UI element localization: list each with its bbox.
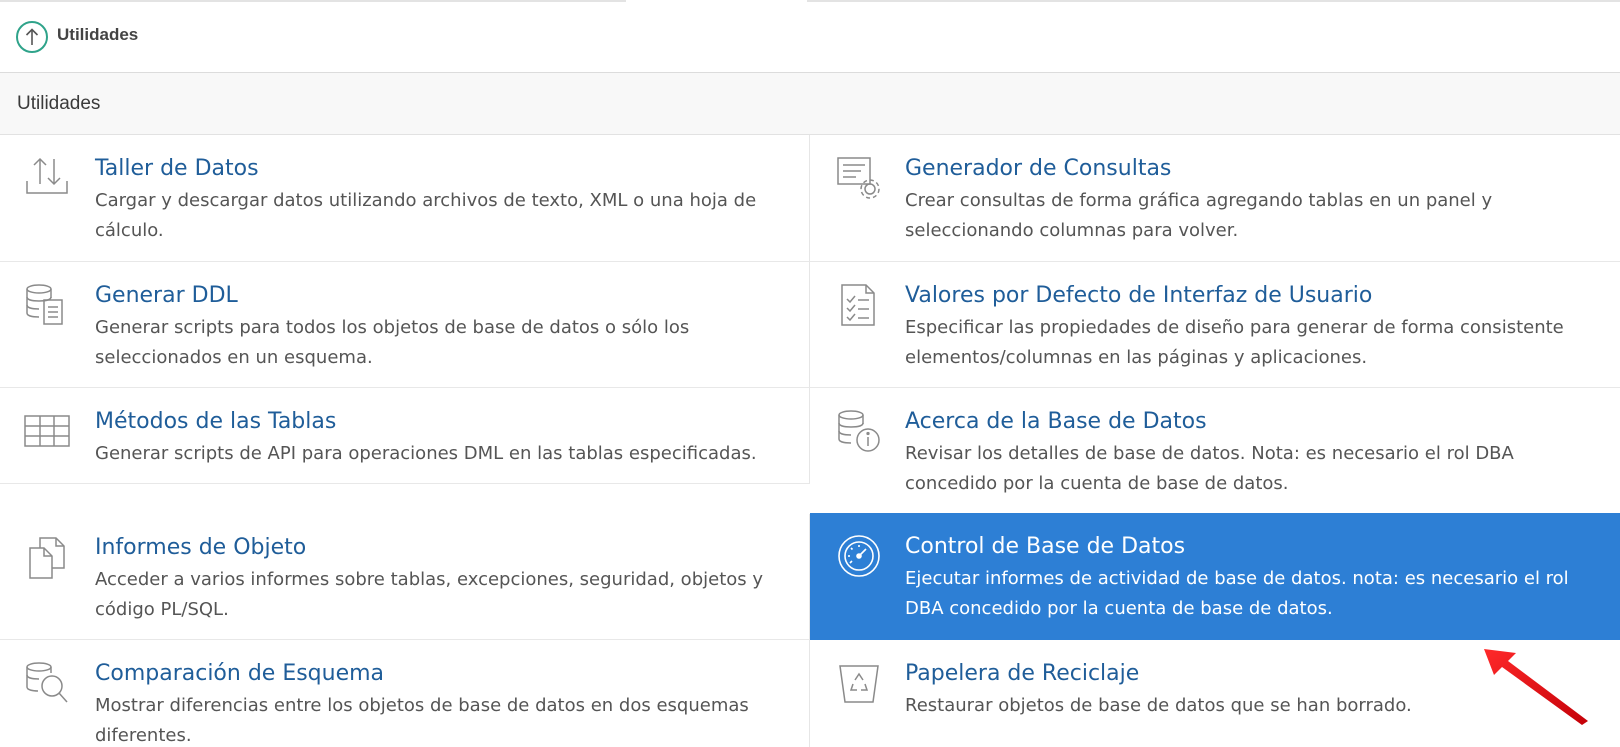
arrow-up-circle-icon[interactable] [16,21,48,53]
utility-card-taller-de-datos[interactable]: Taller de Datos Cargar y descargar datos… [0,135,810,262]
query-builder-icon [836,155,882,201]
database-search-icon [24,660,70,706]
breadcrumb: Utilidades [0,0,1620,73]
upload-download-icon [24,155,70,201]
utility-title[interactable]: Papelera de Reciclaje [905,661,1139,686]
utility-card-metodos-de-las-tablas[interactable]: Métodos de las Tablas Generar scripts de… [0,388,810,484]
utility-description: Crear consultas de forma gráfica agregan… [905,190,1493,241]
gauge-icon [836,533,882,579]
utility-description: Especificar las propiedades de diseño pa… [905,317,1564,368]
utility-title[interactable]: Acerca de la Base de Datos [905,409,1207,434]
table-grid-icon [24,408,70,454]
breadcrumb-label[interactable]: Utilidades [57,25,138,45]
utility-card-generar-ddl[interactable]: Generar DDL Generar scripts para todos l… [0,262,810,388]
utility-title[interactable]: Métodos de las Tablas [95,409,336,434]
region-header: Utilidades [0,73,1620,135]
database-script-icon [24,282,70,328]
utility-card-acerca-de-la-base-de-datos[interactable]: Acerca de la Base de Datos Revisar los d… [810,388,1620,513]
utility-description: Acceder a varios informes sobre tablas, … [95,569,764,620]
utility-description: Ejecutar informes de actividad de base d… [905,568,1569,619]
utility-card-informes-de-objeto[interactable]: Informes de Objeto Acceder a varios info… [0,514,810,640]
checklist-icon [836,282,882,328]
utility-description: Generar scripts para todos los objetos d… [95,317,690,368]
utility-title[interactable]: Comparación de Esquema [95,661,384,686]
utility-card-comparacion-de-esquema[interactable]: Comparación de Esquema Mostrar diferenci… [0,640,810,747]
utility-card-generador-de-consultas[interactable]: Generador de Consultas Crear consultas d… [810,135,1620,262]
utility-title[interactable]: Generador de Consultas [905,156,1171,181]
region-title: Utilidades [17,93,101,114]
recycle-bin-icon [836,660,882,706]
utility-description: Cargar y descargar datos utilizando arch… [95,190,757,241]
utility-title[interactable]: Taller de Datos [95,156,259,181]
utility-description: Mostrar diferencias entre los objetos de… [95,695,749,746]
utility-title[interactable]: Generar DDL [95,283,238,308]
utility-title[interactable]: Informes de Objeto [95,535,306,560]
utility-description: Generar scripts de API para operaciones … [95,443,757,464]
annotation-arrow [1484,649,1588,725]
utility-title[interactable]: Valores por Defecto de Interfaz de Usuar… [905,283,1372,308]
utility-card-control-de-base-de-datos[interactable]: Control de Base de Datos Ejecutar inform… [810,513,1620,640]
utility-title[interactable]: Control de Base de Datos [905,534,1185,559]
utility-card-valores-por-defecto[interactable]: Valores por Defecto de Interfaz de Usuar… [810,262,1620,388]
utility-description: Revisar los detalles de base de datos. N… [905,443,1514,494]
documents-icon [24,534,70,580]
database-info-icon [836,408,882,454]
